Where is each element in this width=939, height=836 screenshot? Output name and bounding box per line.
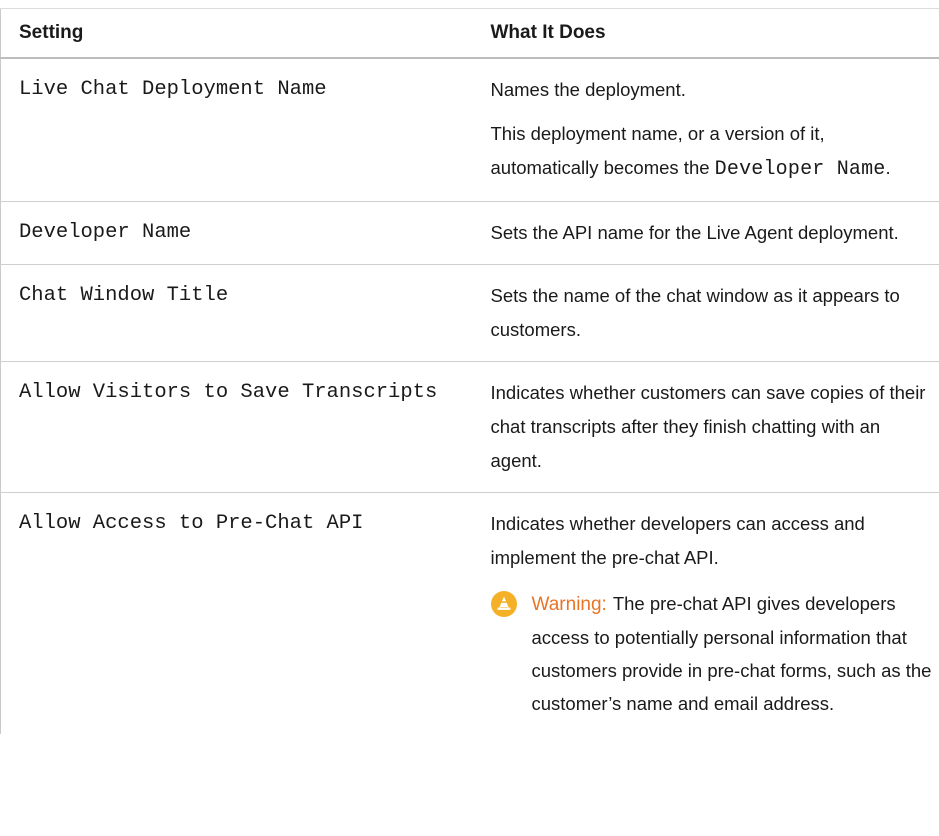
table-row: Developer Name Sets the API name for the…	[0, 202, 939, 265]
warning-cone-icon	[490, 591, 517, 617]
setting-description: Indicates whether developers can access …	[486, 493, 939, 735]
description-paragraph: This deployment name, or a version of it…	[491, 117, 932, 187]
warning-label: Warning:	[531, 594, 607, 615]
description-paragraph: Names the deployment.	[490, 79, 686, 100]
settings-table: Setting What It Does Live Chat Deploymen…	[0, 8, 939, 734]
setting-name: Live Chat Deployment Name	[19, 78, 327, 101]
table-row: Live Chat Deployment Name Names the depl…	[0, 58, 939, 202]
setting-description: Indicates whether customers can save cop…	[486, 362, 939, 493]
description-text: .	[885, 157, 891, 178]
table-row: Allow Access to Pre-Chat API Indicates w…	[1, 493, 939, 735]
setting-name: Allow Visitors to Save Transcripts	[19, 381, 438, 404]
description-paragraph: Sets the name of the chat window as it a…	[490, 285, 900, 340]
header-setting: Setting	[19, 22, 84, 43]
warning-text-block: Warning: The pre-chat API gives developer…	[532, 587, 932, 720]
setting-name: Allow Access to Pre-Chat API	[19, 512, 364, 535]
setting-description: Sets the name of the chat window as it a…	[486, 265, 939, 362]
warning-note: Warning: The pre-chat API gives developer…	[490, 587, 932, 720]
description-paragraph: Indicates whether developers can access …	[490, 513, 865, 568]
setting-description: Names the deployment. This deployment na…	[486, 58, 939, 202]
table-header-row: Setting What It Does	[0, 8, 939, 58]
code-term: Developer Name	[714, 158, 886, 181]
setting-name: Chat Window Title	[19, 284, 229, 307]
description-paragraph: Sets the API name for the Live Agent dep…	[490, 222, 899, 243]
table-row: Allow Visitors to Save Transcripts Indic…	[0, 362, 939, 493]
setting-name: Developer Name	[19, 221, 192, 244]
setting-description: Sets the API name for the Live Agent dep…	[486, 202, 939, 265]
header-what-it-does: What It Does	[490, 22, 606, 43]
table-row: Chat Window Title Sets the name of the c…	[0, 265, 939, 362]
description-paragraph: Indicates whether customers can save cop…	[490, 382, 926, 471]
